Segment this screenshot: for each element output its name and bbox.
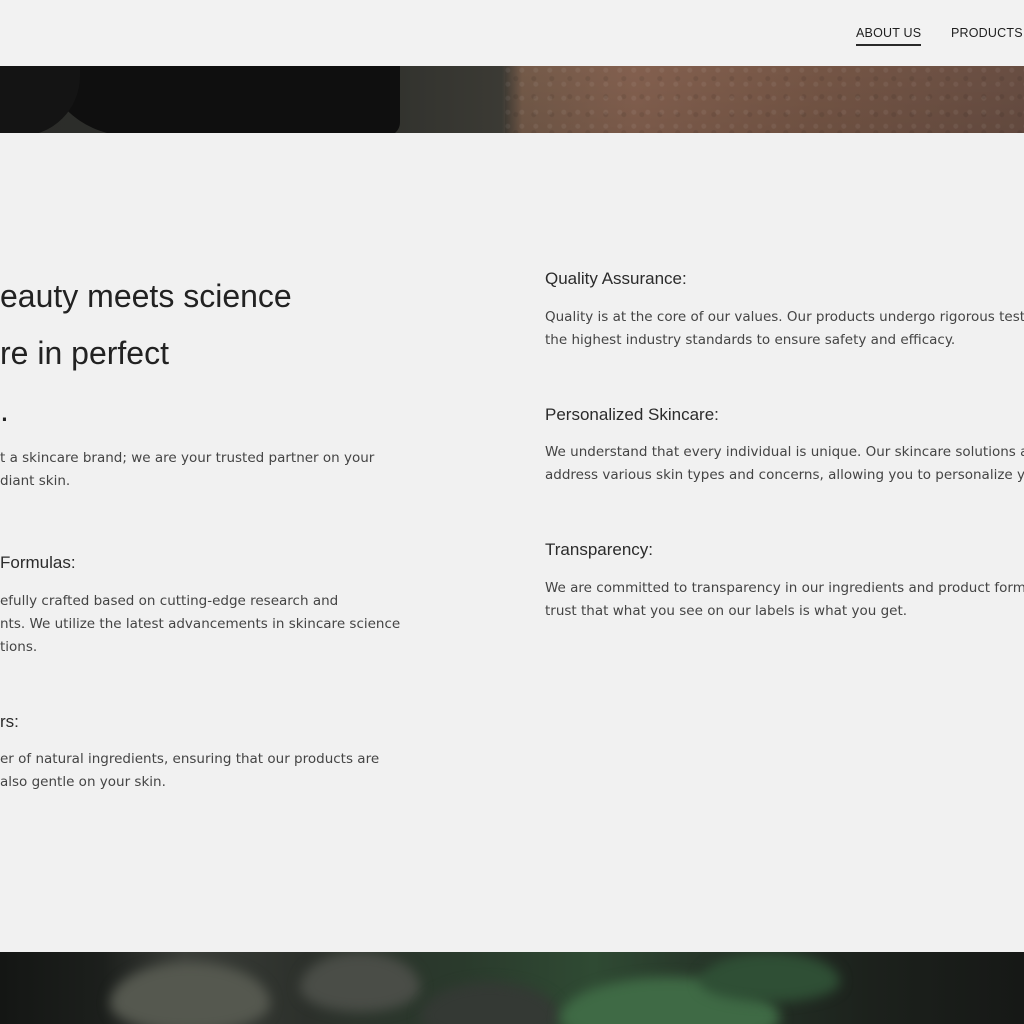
body-line: tions.: [0, 639, 38, 655]
body-line: nts. We utilize the latest advancements …: [0, 616, 401, 632]
blurred-leaf: [110, 962, 270, 1024]
intro-paragraph: t a skincare brand; we are your trusted …: [0, 447, 380, 493]
site-header: ABOUT US PRODUCTS: [0, 0, 1024, 66]
body-line: Quality is at the core of our values. Ou…: [545, 309, 1024, 325]
body-line: the highest industry standards to ensure…: [545, 332, 956, 348]
body-line: trust that what you see on our labels is…: [545, 603, 908, 619]
body-line: also gentle on your skin.: [0, 774, 166, 790]
about-us-page: ABOUT US PRODUCTS eauty meets science re…: [0, 0, 1024, 1024]
blurred-leaf: [420, 982, 560, 1024]
section-title-personalized-skincare: Personalized Skincare:: [545, 405, 719, 424]
body-line: er of natural ingredients, ensuring that…: [0, 751, 380, 767]
active-nav-underline: [856, 44, 921, 46]
intro-line: diant skin.: [0, 473, 71, 489]
hero-shadow-shape: [40, 66, 400, 133]
body-line: address various skin types and concerns,…: [545, 467, 1024, 483]
footer-plant-image: [0, 952, 1024, 1024]
section-body-ingredients: er of natural ingredients, ensuring that…: [0, 748, 380, 794]
headline-line-2: re in perfect: [0, 335, 169, 371]
headline-line-3: .: [0, 392, 9, 428]
section-title-formulas: Formulas:: [0, 553, 76, 572]
section-title-transparency: Transparency:: [545, 540, 654, 559]
section-body-formulas: efully crafted based on cutting-edge res…: [0, 590, 401, 659]
section-body-quality-assurance: Quality is at the core of our values. Ou…: [545, 306, 1024, 352]
section-title-quality-assurance: Quality Assurance:: [545, 269, 687, 288]
hero-textured-surface: [505, 66, 1024, 133]
page-headline: eauty meets science re in perfect .: [0, 268, 420, 439]
body-line: We are committed to transparency in our …: [545, 580, 1024, 596]
blurred-leaf: [300, 952, 420, 1012]
section-title-ingredients: rs:: [0, 712, 19, 731]
nav-about-us[interactable]: ABOUT US: [856, 26, 921, 40]
blurred-leaf: [700, 952, 840, 1002]
section-body-transparency: We are committed to transparency in our …: [545, 577, 1024, 623]
hero-shadow-corner: [0, 66, 80, 133]
body-line: We understand that every individual is u…: [545, 444, 1024, 460]
intro-line: t a skincare brand; we are your trusted …: [0, 450, 375, 466]
headline-line-1: eauty meets science: [0, 278, 292, 314]
body-line: efully crafted based on cutting-edge res…: [0, 593, 339, 609]
nav-products[interactable]: PRODUCTS: [951, 26, 1023, 40]
section-body-personalized-skincare: We understand that every individual is u…: [545, 441, 1024, 487]
hero-image: [0, 66, 1024, 133]
